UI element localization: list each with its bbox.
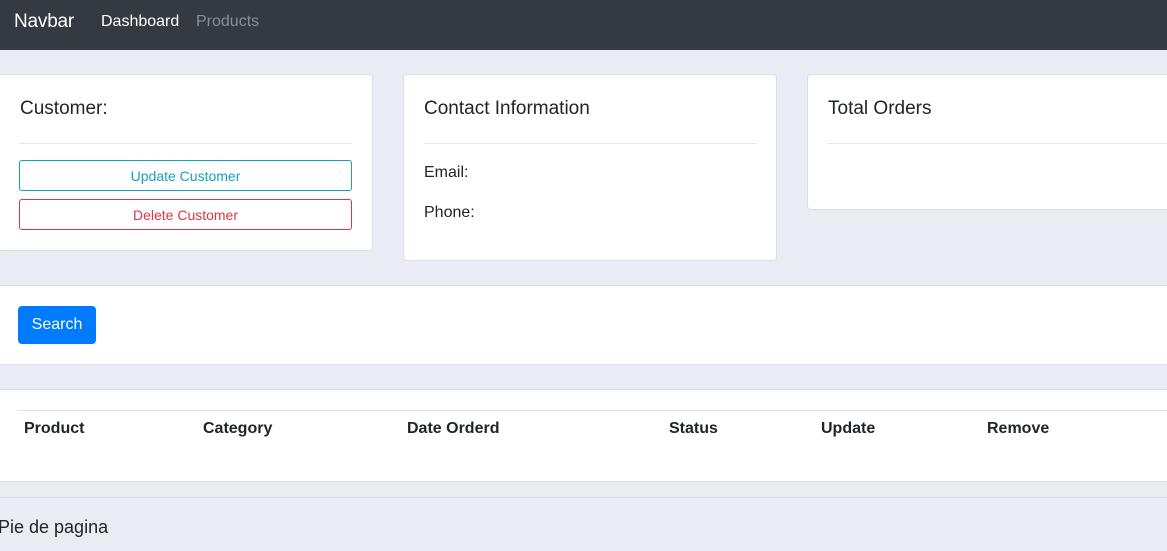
total-orders-title: Total Orders [828,98,932,119]
total-orders-card: Total Orders [807,74,1167,210]
email-label: Email: [424,164,469,181]
contact-card-divider [424,143,756,144]
nav-link-products[interactable]: Products [196,13,259,31]
column-header-category: Category [203,420,273,437]
total-orders-divider [828,143,1167,144]
customer-card-title: Customer: [20,98,108,119]
update-customer-button[interactable]: Update Customer [19,160,352,191]
column-header-status: Status [669,420,718,437]
search-button[interactable]: Search [18,306,96,344]
footer-divider [0,497,1167,498]
column-header-product: Product [24,420,85,437]
phone-label: Phone: [424,204,475,221]
contact-info-card: Contact Information Email: Phone: [403,74,777,261]
column-header-remove: Remove [987,420,1050,437]
nav-link-dashboard[interactable]: Dashboard [101,13,179,31]
contact-card-title: Contact Information [424,98,590,119]
orders-table-panel: Product Category Date Orderd Status Upda… [0,389,1167,482]
customer-card-divider [19,143,352,144]
customer-card: Customer: Update Customer Delete Custome… [0,74,373,251]
table-header-divider [18,410,1167,411]
delete-customer-button[interactable]: Delete Customer [19,199,352,230]
search-panel: Search [0,285,1167,365]
navbar-brand[interactable]: Navbar [14,11,74,33]
column-header-date-ordered: Date Orderd [407,420,500,437]
column-header-update: Update [821,420,876,437]
navbar: Navbar Dashboard Products [0,0,1167,50]
footer-text: Pie de pagina [0,517,109,537]
